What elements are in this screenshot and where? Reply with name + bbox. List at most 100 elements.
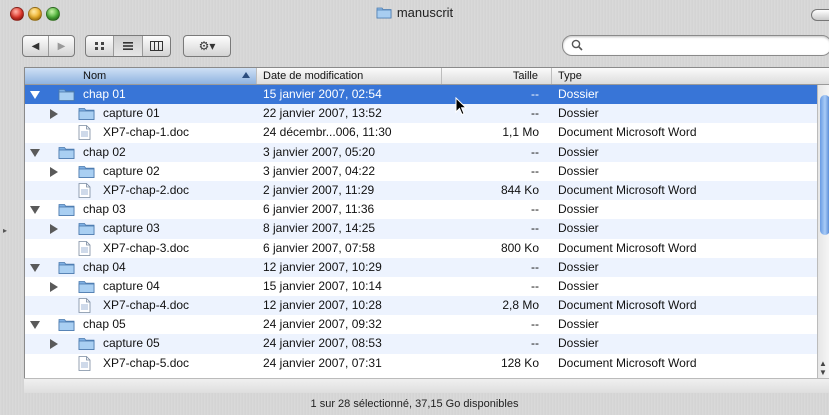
file-size: -- bbox=[531, 278, 539, 293]
file-name: XP7-chap-5.doc bbox=[103, 355, 190, 370]
modified-date: 6 janvier 2007, 11:36 bbox=[263, 202, 375, 217]
table-row[interactable]: capture 01 22 janvier 2007, 13:52 -- Dossie… bbox=[25, 104, 817, 124]
table-row[interactable]: chap 03 6 janvier 2007, 11:36 -- Dossier bbox=[25, 200, 817, 219]
disclosure-open-triangle-icon[interactable] bbox=[30, 91, 40, 99]
modified-date: 6 janvier 2007, 07:58 bbox=[263, 240, 376, 255]
list-view-button[interactable] bbox=[114, 36, 143, 56]
disclosure-open-triangle-icon[interactable] bbox=[30, 206, 40, 215]
file-type: Dossier bbox=[558, 336, 599, 351]
horizontal-scroll-strip[interactable] bbox=[24, 378, 829, 393]
disclosure-closed-triangle-icon[interactable] bbox=[50, 339, 58, 350]
scroll-thumb[interactable] bbox=[820, 95, 829, 235]
file-name: XP7-chap-1.doc bbox=[103, 125, 190, 140]
modified-date: 8 janvier 2007, 14:25 bbox=[263, 221, 376, 236]
disclosure-closed-triangle-icon[interactable] bbox=[50, 281, 58, 292]
file-type: Dossier bbox=[558, 221, 599, 236]
table-row[interactable]: chap 04 12 janvier 2007, 10:29 -- Dossier bbox=[25, 257, 817, 277]
forward-button[interactable]: ▶ bbox=[49, 36, 74, 56]
file-type: Dossier bbox=[558, 163, 599, 178]
status-bar: 1 sur 28 sélectionné, 37,15 Go disponibl… bbox=[0, 392, 829, 415]
column-header-size[interactable]: Taille bbox=[442, 68, 552, 84]
file-size: -- bbox=[531, 336, 539, 351]
column-header-name-label: Nom bbox=[83, 70, 107, 82]
file-size: 844 Ko bbox=[500, 182, 539, 197]
table-row[interactable]: chap 05 24 janvier 2007, 09:32 -- Dossier bbox=[25, 315, 817, 334]
disclosure-open-triangle-icon[interactable] bbox=[30, 148, 40, 157]
file-size: -- bbox=[531, 317, 539, 332]
table-row[interactable]: chap 02 3 janvier 2007, 05:20 -- Dossier bbox=[25, 142, 817, 162]
sort-ascending-icon bbox=[242, 72, 250, 78]
file-type: Document Microsoft Word bbox=[558, 240, 697, 255]
modified-date: 2 janvier 2007, 11:29 bbox=[263, 182, 375, 197]
file-name: XP7-chap-3.doc bbox=[103, 240, 190, 255]
column-header-type[interactable]: Type bbox=[552, 68, 817, 84]
disclosure-open-triangle-icon[interactable] bbox=[30, 321, 40, 330]
column-header-name[interactable]: Nom bbox=[25, 68, 257, 84]
back-button[interactable]: ◀ bbox=[23, 36, 49, 56]
disclosure-open-triangle-icon[interactable] bbox=[30, 263, 40, 272]
file-name: capture 03 bbox=[103, 221, 160, 236]
status-text: 1 sur 28 sélectionné, 37,15 Go disponibl… bbox=[310, 398, 519, 410]
file-size: 800 Ko bbox=[500, 240, 539, 255]
file-type: Dossier bbox=[558, 202, 599, 217]
table-row[interactable]: capture 04 15 janvier 2007, 10:14 -- Dossie… bbox=[25, 277, 817, 296]
modified-date: 3 janvier 2007, 05:20 bbox=[263, 144, 376, 159]
file-type: Document Microsoft Word bbox=[558, 298, 697, 313]
icon-view-button[interactable] bbox=[86, 36, 115, 56]
file-name: capture 01 bbox=[103, 106, 160, 121]
title-bar: manuscrit bbox=[0, 0, 829, 31]
modified-date: 24 décembr...006, 11:30 bbox=[263, 125, 392, 140]
word-document-icon bbox=[78, 355, 91, 377]
disclosure-closed-triangle-icon[interactable] bbox=[50, 109, 58, 120]
modified-date: 3 janvier 2007, 04:22 bbox=[263, 163, 376, 178]
modified-date: 15 janvier 2007, 10:14 bbox=[263, 278, 382, 293]
file-name: capture 04 bbox=[103, 278, 160, 293]
table-row[interactable]: capture 03 8 janvier 2007, 14:25 -- Dossier bbox=[25, 219, 817, 239]
list-header: Nom Date de modification Taille Type bbox=[25, 68, 829, 85]
modified-date: 22 janvier 2007, 13:52 bbox=[263, 106, 382, 121]
action-menu-button[interactable]: ⚙▾ bbox=[183, 35, 231, 57]
modified-date: 24 janvier 2007, 08:53 bbox=[263, 336, 382, 351]
sidebar-collapse-grip[interactable]: ▸ bbox=[3, 226, 7, 235]
disclosure-closed-triangle-icon[interactable] bbox=[50, 224, 58, 235]
file-type: Document Microsoft Word bbox=[558, 355, 697, 370]
column-view-icon bbox=[149, 41, 163, 51]
file-name: XP7-chap-4.doc bbox=[103, 298, 190, 313]
file-size: -- bbox=[531, 202, 539, 217]
back-forward-control: ◀ ▶ bbox=[22, 35, 75, 57]
disclosure-closed-triangle-icon[interactable] bbox=[50, 166, 58, 177]
file-type: Document Microsoft Word bbox=[558, 125, 697, 140]
file-type: Document Microsoft Word bbox=[558, 182, 697, 197]
table-row[interactable]: XP7-chap-1.doc 24 décembr...006, 11:30 1,1… bbox=[25, 123, 817, 142]
table-row[interactable]: XP7-chap-2.doc 2 janvier 2007, 11:29 844 K… bbox=[25, 180, 817, 201]
search-icon bbox=[571, 39, 583, 54]
column-view-button[interactable] bbox=[143, 36, 170, 56]
modified-date: 12 janvier 2007, 10:29 bbox=[263, 259, 382, 274]
file-type: Dossier bbox=[558, 87, 599, 101]
table-row[interactable]: XP7-chap-4.doc 12 janvier 2007, 10:28 2,8 … bbox=[25, 296, 817, 316]
file-type: Dossier bbox=[558, 144, 599, 159]
table-row-selected[interactable]: chap 01 15 janvier 2007, 02:54 -- Dossier bbox=[25, 85, 817, 105]
scroll-arrows[interactable]: ▲ ▼ bbox=[819, 359, 827, 377]
file-name: chap 02 bbox=[83, 144, 126, 159]
file-type: Dossier bbox=[558, 106, 599, 121]
table-row[interactable]: capture 02 3 janvier 2007, 04:22 -- Dossier bbox=[25, 162, 817, 181]
file-name: XP7-chap-2.doc bbox=[103, 182, 190, 197]
forward-arrow-icon: ▶ bbox=[57, 40, 66, 52]
gear-icon: ⚙▾ bbox=[198, 39, 216, 53]
view-mode-control bbox=[85, 35, 171, 57]
file-name: chap 03 bbox=[83, 202, 126, 217]
window-title-container: manuscrit bbox=[0, 5, 829, 22]
file-list: Nom Date de modification Taille Type cha… bbox=[24, 67, 829, 381]
search-field[interactable] bbox=[562, 35, 829, 56]
table-row[interactable]: capture 05 24 janvier 2007, 08:53 -- Dossie… bbox=[25, 334, 817, 354]
column-header-date[interactable]: Date de modification bbox=[257, 68, 442, 84]
table-row[interactable]: XP7-chap-5.doc 24 janvier 2007, 07:31 128 … bbox=[25, 354, 817, 373]
toolbar-toggle-button[interactable] bbox=[811, 9, 829, 21]
vertical-scrollbar[interactable]: ▲ ▼ bbox=[817, 85, 829, 381]
icon-view-icon bbox=[94, 42, 104, 50]
table-row[interactable]: XP7-chap-3.doc 6 janvier 2007, 07:58 800 K… bbox=[25, 239, 817, 258]
file-name: chap 05 bbox=[83, 317, 126, 332]
modified-date: 24 janvier 2007, 07:31 bbox=[263, 355, 382, 370]
file-name: chap 01 bbox=[83, 87, 126, 101]
